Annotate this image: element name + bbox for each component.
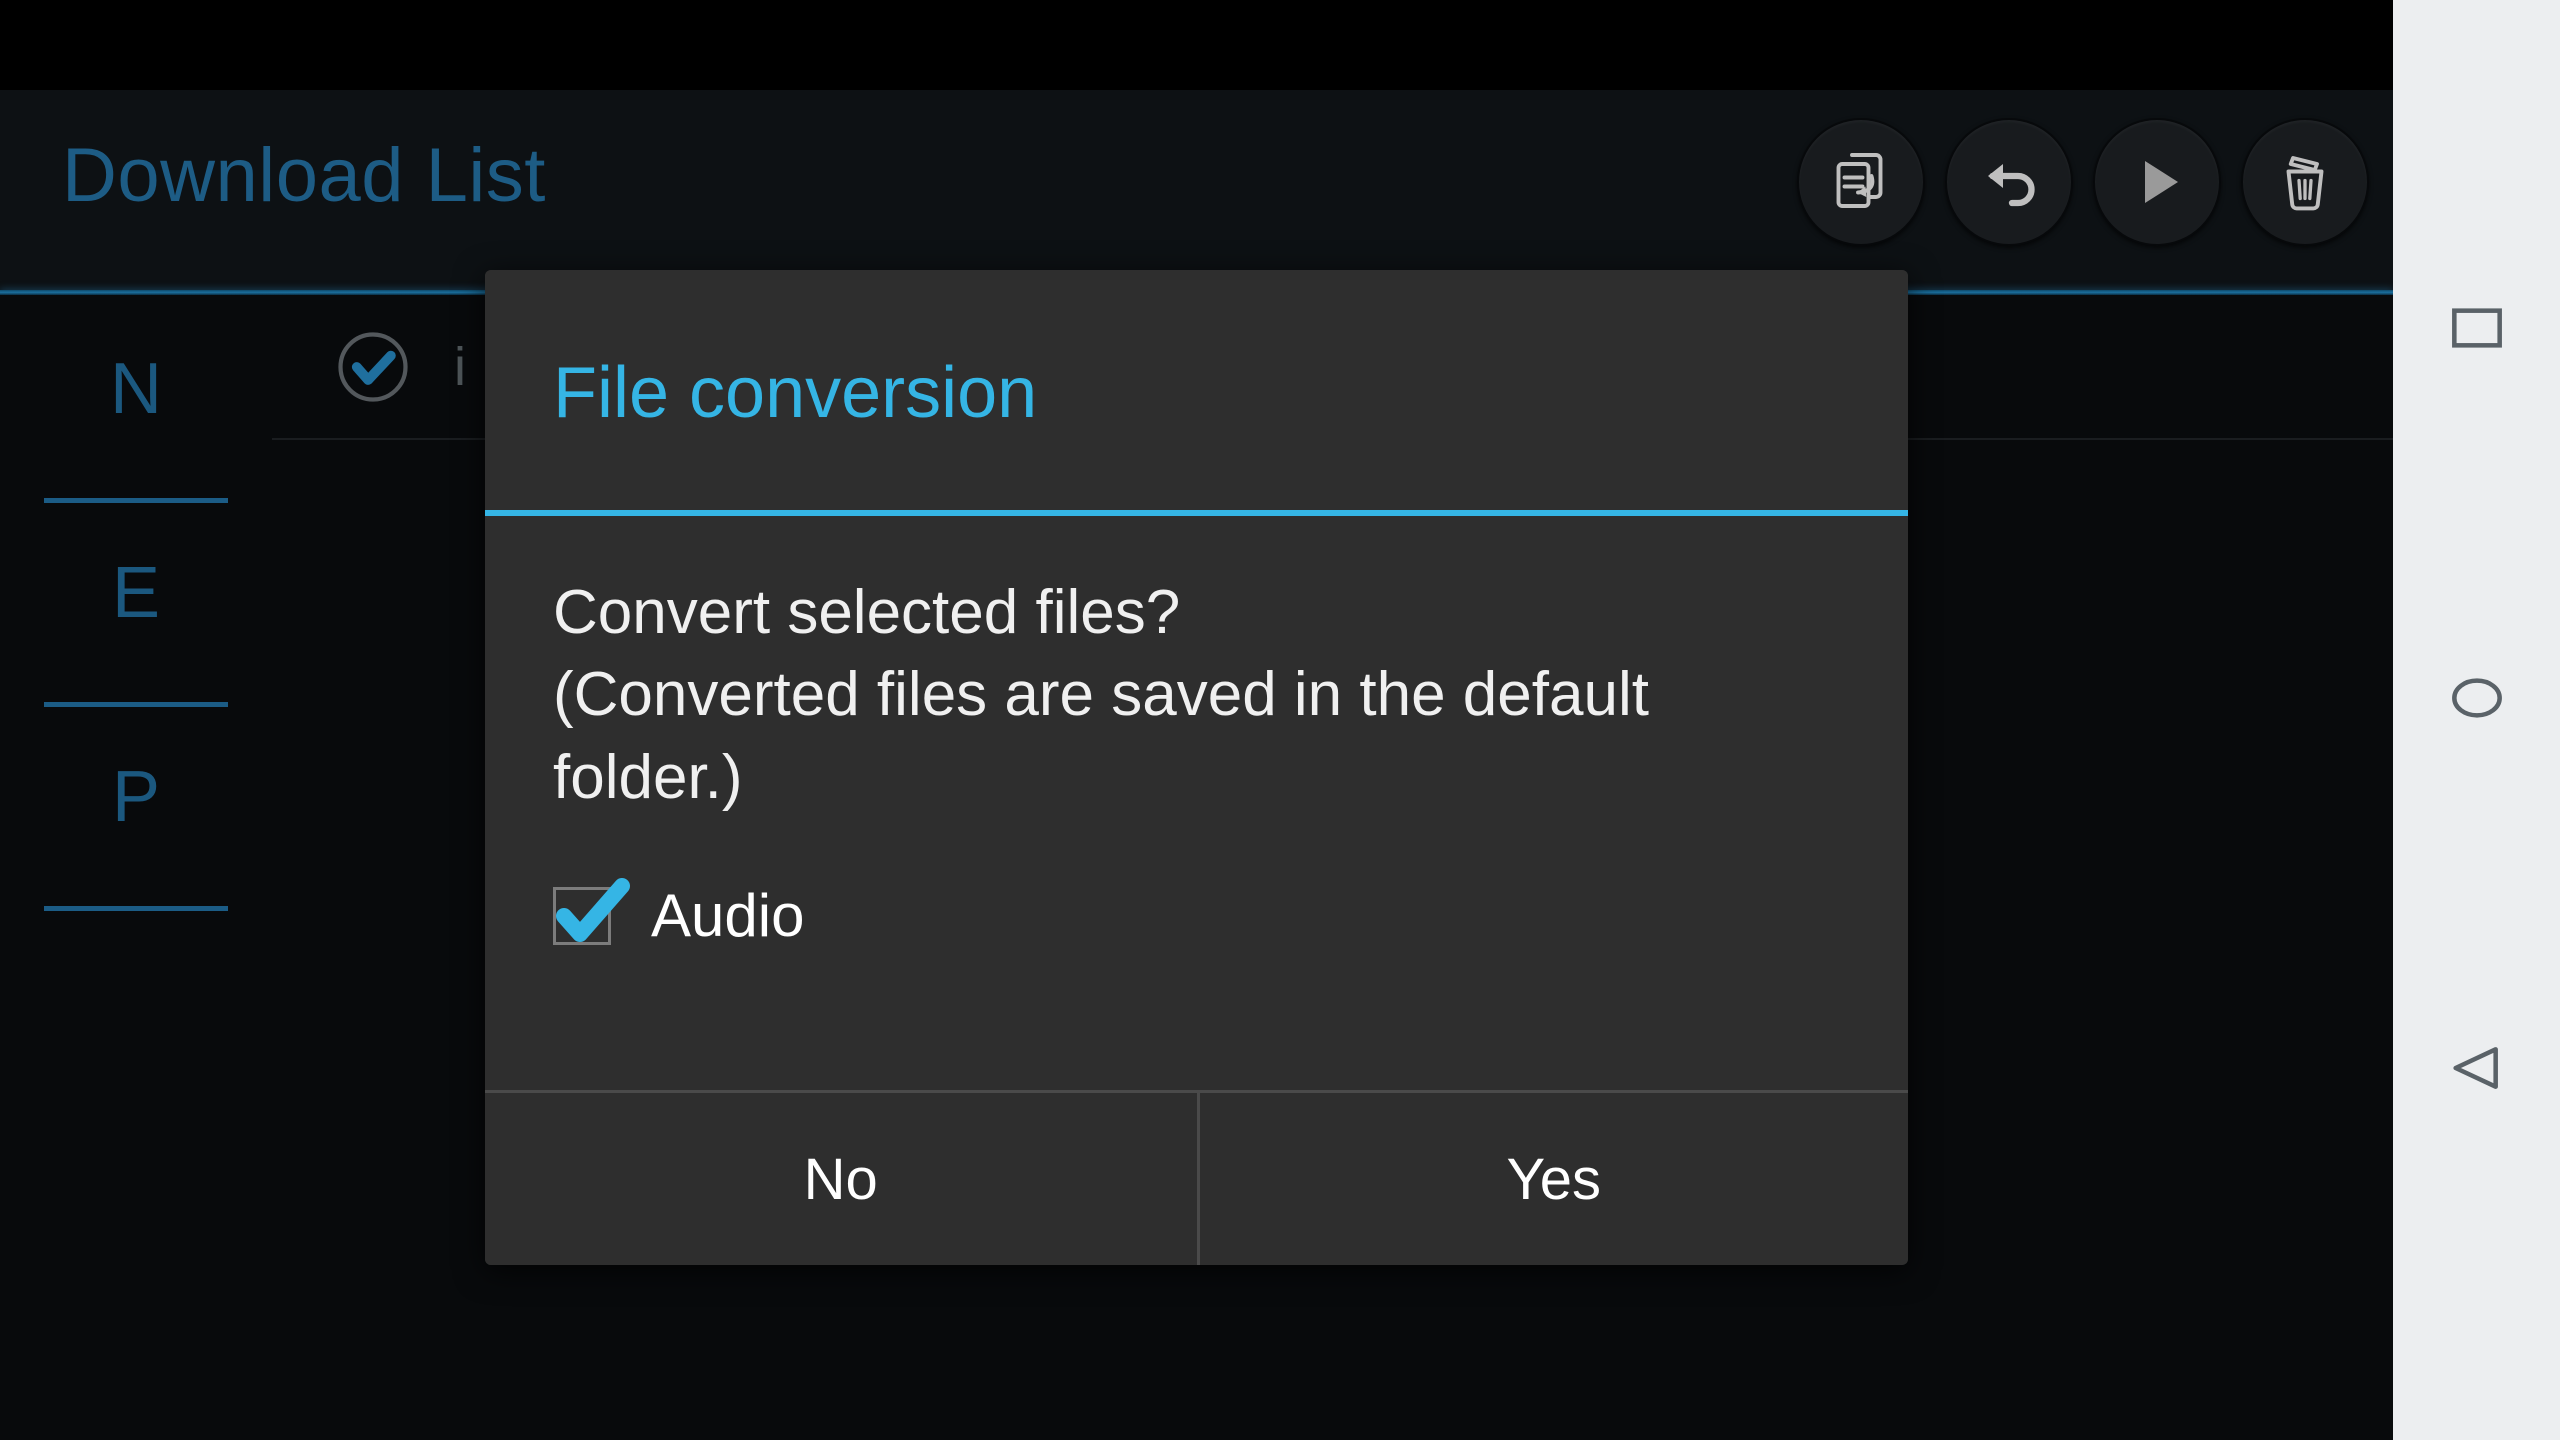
index-divider	[44, 906, 228, 911]
recents-square-icon	[2445, 296, 2509, 365]
device-screen: Download List N E P i File conversion Co…	[0, 0, 2560, 1440]
play-button[interactable]	[2093, 118, 2221, 246]
index-item-e[interactable]: E	[0, 541, 272, 745]
list-item-label: i	[454, 336, 466, 397]
back-button[interactable]	[2393, 1010, 2560, 1130]
home-button[interactable]	[2393, 640, 2560, 760]
no-button[interactable]: No	[485, 1093, 1197, 1265]
index-sidebar: N E P	[0, 295, 272, 1440]
index-letter: P	[111, 757, 161, 837]
row-check-icon[interactable]	[334, 328, 412, 406]
index-divider	[44, 702, 228, 707]
audio-checkbox-row[interactable]: Audio	[553, 877, 1840, 950]
action-bar: Download List	[0, 90, 2393, 290]
file-conversion-button[interactable]	[1797, 118, 1925, 246]
index-divider	[44, 498, 228, 503]
yes-button[interactable]: Yes	[1196, 1093, 1908, 1265]
dialog-body: Convert selected files? (Converted files…	[485, 516, 1908, 950]
action-bar-buttons	[1797, 118, 2369, 246]
index-letter: E	[111, 553, 161, 633]
index-item-p[interactable]: P	[0, 745, 272, 949]
index-item-n[interactable]: N	[0, 337, 272, 541]
undo-button[interactable]	[1945, 118, 2073, 246]
status-bar	[0, 0, 2393, 90]
file-conversion-icon	[1825, 146, 1897, 218]
delete-button[interactable]	[2241, 118, 2369, 246]
page-title: Download List	[62, 133, 546, 218]
recents-button[interactable]	[2393, 270, 2560, 390]
dialog-message: Convert selected files? (Converted files…	[553, 578, 1649, 812]
dialog-title: File conversion	[553, 353, 1038, 433]
file-conversion-dialog: File conversion Convert selected files? …	[485, 270, 1908, 1265]
checkmark-icon	[546, 868, 634, 956]
back-triangle-icon	[2445, 1036, 2509, 1105]
home-circle-icon	[2445, 666, 2509, 735]
index-letter: N	[110, 349, 162, 429]
android-navigation-bar	[2393, 0, 2560, 1440]
play-icon	[2121, 146, 2193, 218]
dialog-header: File conversion	[485, 270, 1908, 510]
audio-checkbox-label: Audio	[651, 882, 805, 950]
app-window: Download List N E P i File conversion Co…	[0, 90, 2393, 1440]
undo-icon	[1973, 146, 2045, 218]
audio-checkbox[interactable]	[553, 877, 630, 945]
dialog-button-bar: No Yes	[485, 1090, 1908, 1265]
delete-icon	[2269, 146, 2341, 218]
